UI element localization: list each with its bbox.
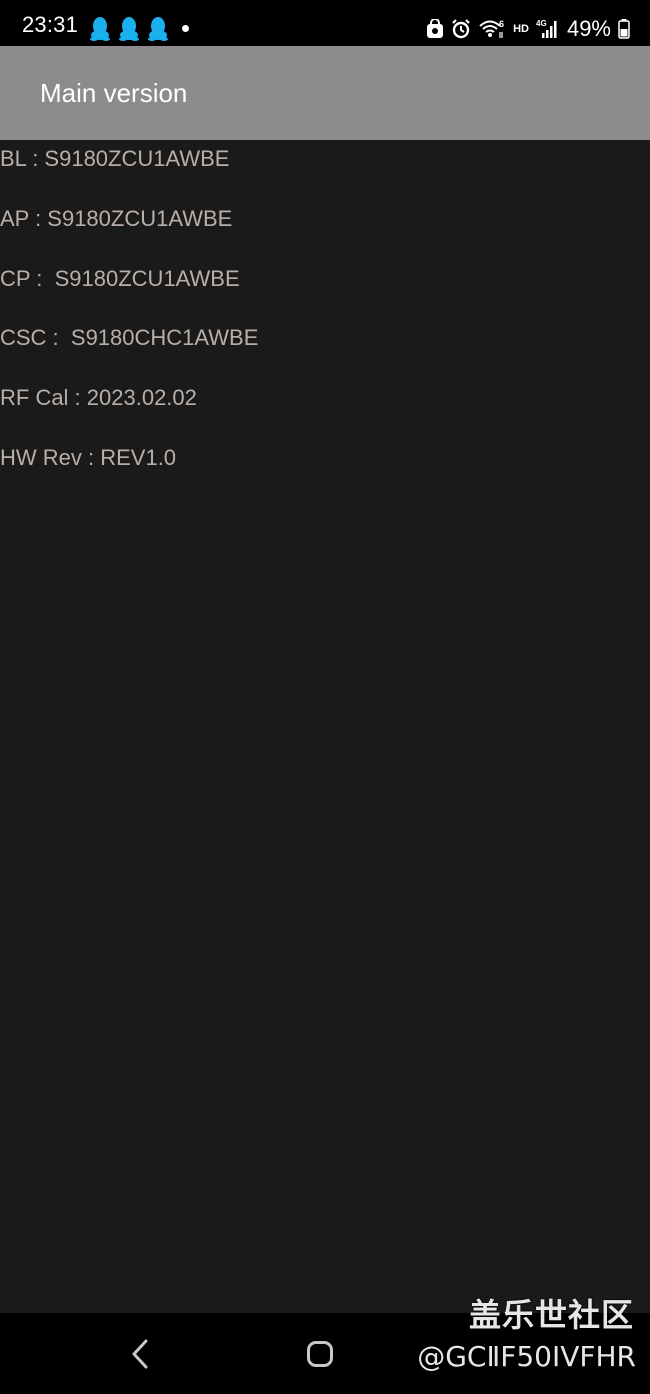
ap-version: AP : S9180ZCU1AWBE (0, 206, 233, 231)
hw-revision: HW Rev : REV1.0 (0, 445, 177, 470)
alarm-icon (452, 19, 470, 39)
qq-icon (148, 17, 168, 41)
bl-version: BL : S9180ZCU1AWBE (0, 146, 230, 171)
watermark-title: 盖乐世社区 (468, 1296, 634, 1334)
notification-icons (90, 16, 168, 41)
svg-text:6: 6 (499, 19, 504, 29)
back-button-icon[interactable] (128, 1339, 152, 1369)
battery-percent: 49% (566, 16, 611, 41)
status-indicators: 6 HD 4G 49% (426, 14, 630, 44)
status-time: 23:31 (22, 12, 79, 37)
home-button-icon[interactable] (307, 1341, 333, 1367)
app-bar: Main version (0, 46, 650, 140)
battery-icon (618, 19, 630, 39)
rf-cal-date: RF Cal : 2023.02.02 (0, 385, 197, 410)
csc-version: CSC : S9180CHC1AWBE (0, 325, 259, 350)
cp-version: CP : S9180ZCU1AWBE (0, 266, 240, 291)
qq-icon (90, 17, 110, 41)
network-label: 4G (536, 19, 547, 28)
wifi-icon: 6 (479, 19, 504, 38)
signal-icon: 4G (536, 19, 557, 38)
qq-icon (119, 17, 139, 41)
status-bar: 23:31 6 HD 4G 49% (0, 0, 650, 46)
notification-dot-icon (182, 25, 189, 32)
watermark-handle: @GCⅡF50IVFHR (417, 1340, 636, 1373)
hd-indicator: HD (513, 23, 529, 35)
screen: 23:31 6 HD 4G 49% Main version BL: S918… (0, 0, 650, 1394)
app-lock-icon (427, 19, 444, 38)
page-title: Main version (40, 78, 188, 108)
